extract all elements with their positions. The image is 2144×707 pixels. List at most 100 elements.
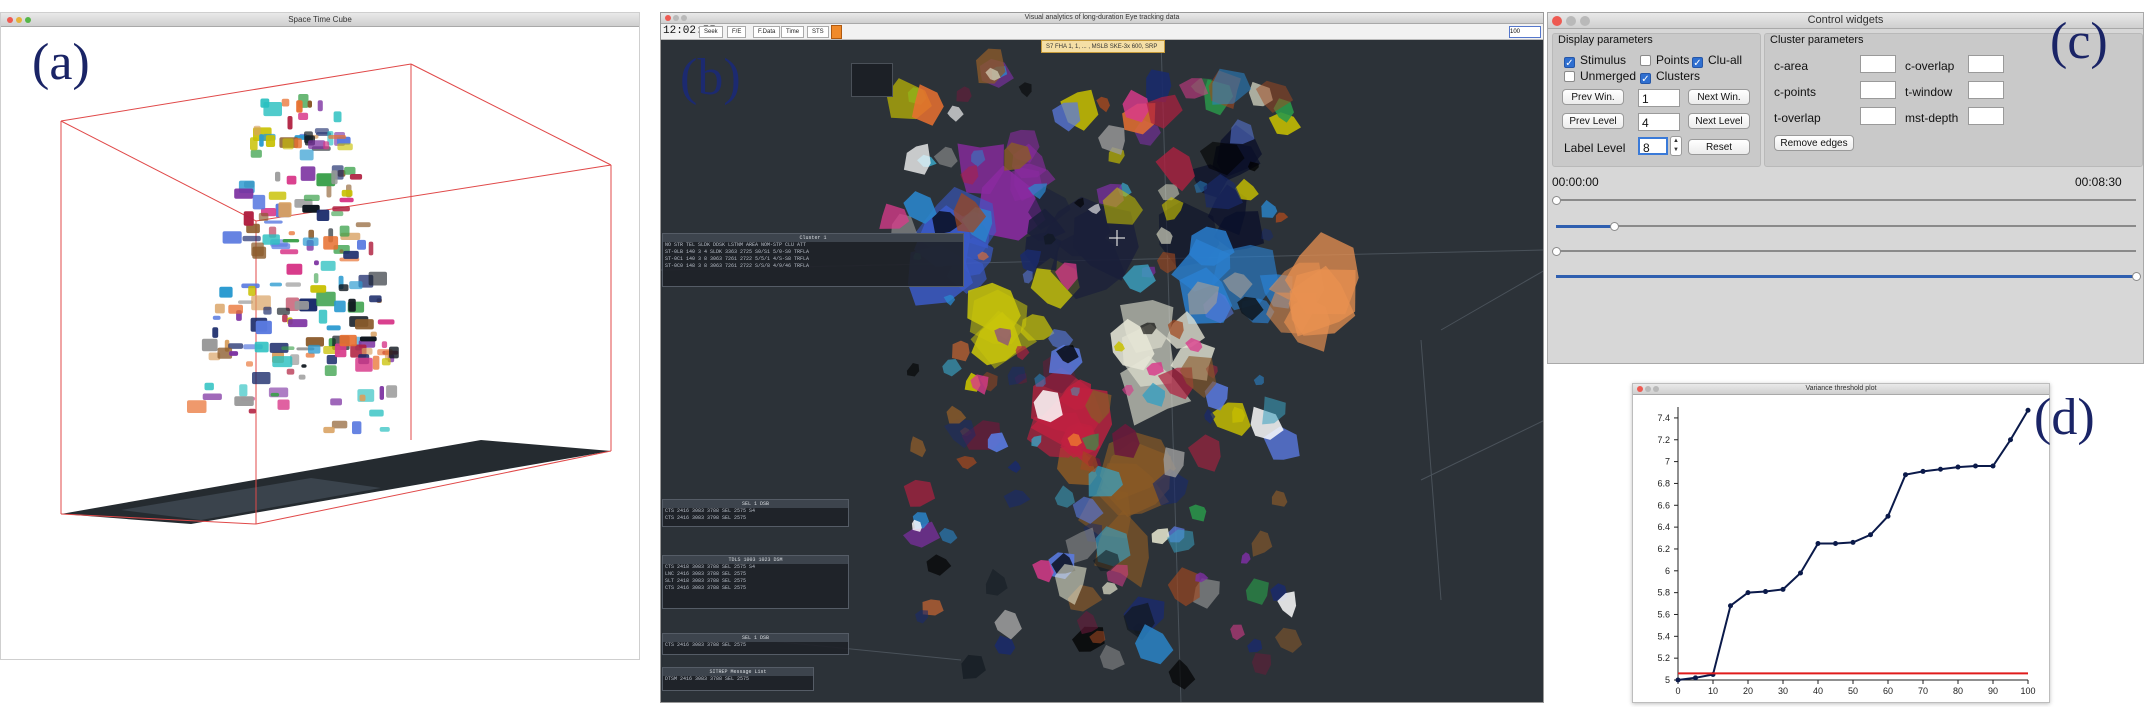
c-overlap-field[interactable] [1968, 55, 2004, 73]
cube-cluster [269, 282, 282, 287]
sel-table[interactable]: SEL 1 DSB CTS 2416 3083 3788 SEL 2575 [662, 633, 849, 655]
x-tick-label: 20 [1743, 686, 1753, 696]
close-icon[interactable] [665, 15, 671, 21]
close-icon[interactable] [1637, 386, 1643, 392]
minimize-icon[interactable] [1566, 15, 1576, 26]
window-index-field[interactable]: 1 [1638, 89, 1680, 107]
cube-cluster [377, 319, 395, 325]
data-point [1885, 513, 1891, 519]
window-title: Control widgets [1807, 14, 1884, 26]
cube-clusters [187, 94, 399, 435]
cube-cluster [348, 298, 356, 312]
label-level-stepper[interactable]: ▲ ▼ [1670, 136, 1682, 156]
close-icon[interactable] [1552, 15, 1562, 26]
table-row[interactable]: ST-0LB 140 3 4 SLDK 3363 2725 S0/S1 5/0-… [663, 249, 963, 256]
close-icon[interactable] [7, 16, 13, 23]
cube-cluster [298, 112, 309, 120]
slider-knob[interactable] [1551, 195, 1561, 205]
t-window-field[interactable] [1968, 81, 2004, 99]
mst-depth-field[interactable] [1968, 107, 2004, 125]
stepper-up-icon[interactable]: ▲ [1671, 137, 1681, 146]
cube-cluster [379, 386, 384, 400]
next-level-button[interactable]: Next Level [1688, 113, 1750, 129]
y-tick-label: 5.8 [1657, 588, 1670, 598]
next-win-button[interactable]: Next Win. [1688, 89, 1750, 105]
time-button[interactable]: Time [781, 26, 805, 38]
table-row[interactable]: CTS 2418 3083 3788 SEL 2575 S4 [663, 564, 848, 571]
fdata-button[interactable]: F.Data [753, 26, 781, 38]
cube-cluster [339, 225, 350, 237]
variance-chart[interactable]: 0 10 20 30 40 50 60 70 80 90 100 5 5.2 5.4 5.6 5.8 6 6.2 6… [1633, 395, 2050, 703]
unmerged-checkbox[interactable]: Unmerged [1564, 69, 1636, 83]
table-row[interactable]: ST-0C0 148 3 8 3063 7261 2722 S/S/8 4/9/… [663, 263, 963, 270]
sitrep-table[interactable]: SITREP Message List DTSM 2416 3083 3788 … [662, 667, 814, 691]
table-row[interactable]: SLT 2418 3083 3788 SEL 2575 [663, 578, 848, 585]
clu-all-checkbox[interactable]: ✓ Clu-all [1692, 53, 1743, 69]
reset-button[interactable]: Reset [1688, 139, 1750, 155]
slider-fill [1556, 274, 2136, 278]
checkbox-label: Unmerged [1580, 69, 1637, 83]
stepper-down-icon[interactable]: ▼ [1671, 146, 1681, 155]
selection-tag[interactable]: S7 FHA 1, 1, ... , MSLB SKE-3x 600, SRP [1041, 40, 1165, 53]
clusters-checkbox[interactable]: ✓ Clusters [1640, 69, 1700, 85]
label-level-field[interactable]: 8 [1638, 137, 1668, 155]
cube-cluster [252, 372, 271, 385]
slider-track[interactable] [1556, 225, 2136, 227]
mini-widget[interactable] [851, 63, 893, 97]
space-time-cube-view[interactable] [1, 26, 640, 660]
x-tick-label: 40 [1813, 686, 1823, 696]
fe-button[interactable]: F/E [727, 26, 747, 38]
slider-knob[interactable] [2131, 271, 2141, 281]
data-point [1868, 532, 1873, 538]
points-checkbox[interactable]: Points [1640, 53, 1689, 67]
remove-edges-button[interactable]: Remove edges [1774, 135, 1854, 151]
cube-cluster [204, 382, 214, 391]
data-point [1675, 677, 1681, 683]
t-overlap-label: t-overlap [1774, 111, 1821, 125]
level-field[interactable]: 4 [1638, 113, 1680, 131]
prev-level-button[interactable]: Prev Level [1562, 113, 1624, 129]
zoom-icon[interactable] [25, 16, 31, 23]
zoom-icon[interactable] [1653, 386, 1659, 392]
cube-cluster [212, 315, 221, 320]
minimize-icon[interactable] [673, 15, 679, 21]
checkbox-label: Clu-all [1708, 53, 1743, 67]
zoom-select[interactable]: 100 [1509, 26, 1541, 38]
c-area-field[interactable] [1860, 55, 1896, 73]
table-row[interactable]: ST-0C1 140 3 8 3063 7261 2722 5/5/1 4/S-… [663, 256, 963, 263]
table-row[interactable]: CTS 2416 3083 3788 SEL 2575 [663, 585, 848, 592]
window-title: Visual analytics of long-duration Eye tr… [1024, 14, 1180, 21]
slider-knob[interactable] [1609, 221, 1619, 231]
record-icon[interactable] [831, 25, 842, 39]
cube-cluster [300, 166, 316, 181]
panel-label-c: (c) [2050, 13, 2108, 70]
sel-table-header: SEL 1 DSB [663, 634, 848, 642]
zoom-icon[interactable] [681, 15, 687, 21]
t-overlap-field[interactable] [1860, 107, 1896, 125]
sts-button[interactable]: STS [807, 26, 829, 38]
cube-cluster [303, 194, 320, 201]
prev-win-button[interactable]: Prev Win. [1562, 89, 1624, 105]
minimize-icon[interactable] [1645, 386, 1651, 392]
cube-cluster [239, 384, 248, 397]
zoom-icon[interactable] [1580, 15, 1590, 26]
cube-cluster [250, 149, 262, 158]
track-table[interactable]: TDLS 1003 1023 DSM CTS 2418 3083 3788 SE… [662, 555, 849, 609]
table-row[interactable]: LNC 2416 3083 3788 SEL 2575 [663, 571, 848, 578]
cube-cluster [359, 336, 377, 342]
cube-cluster [323, 236, 339, 250]
slider-knob[interactable] [1551, 246, 1561, 256]
cube-cluster [281, 98, 290, 107]
slider-track[interactable] [1556, 250, 2136, 252]
cube-cluster [187, 400, 207, 413]
slider-track[interactable] [1556, 199, 2136, 201]
cube-cluster [369, 295, 382, 303]
cluster-table[interactable]: Cluster 1 NO STR TEL SLDK DDSK LSTNM ARE… [662, 233, 964, 287]
seek-button[interactable]: Seek [699, 26, 723, 38]
mini-table[interactable]: SEL 1 DSB CTS 2416 3083 3788 SEL 2575 S4… [662, 499, 849, 527]
minimize-icon[interactable] [16, 16, 22, 23]
stimulus-checkbox[interactable]: ✓ Stimulus [1564, 53, 1626, 69]
t-window-label: t-window [1905, 85, 1953, 99]
c-points-field[interactable] [1860, 81, 1896, 99]
x-tick-label: 60 [1883, 686, 1893, 696]
